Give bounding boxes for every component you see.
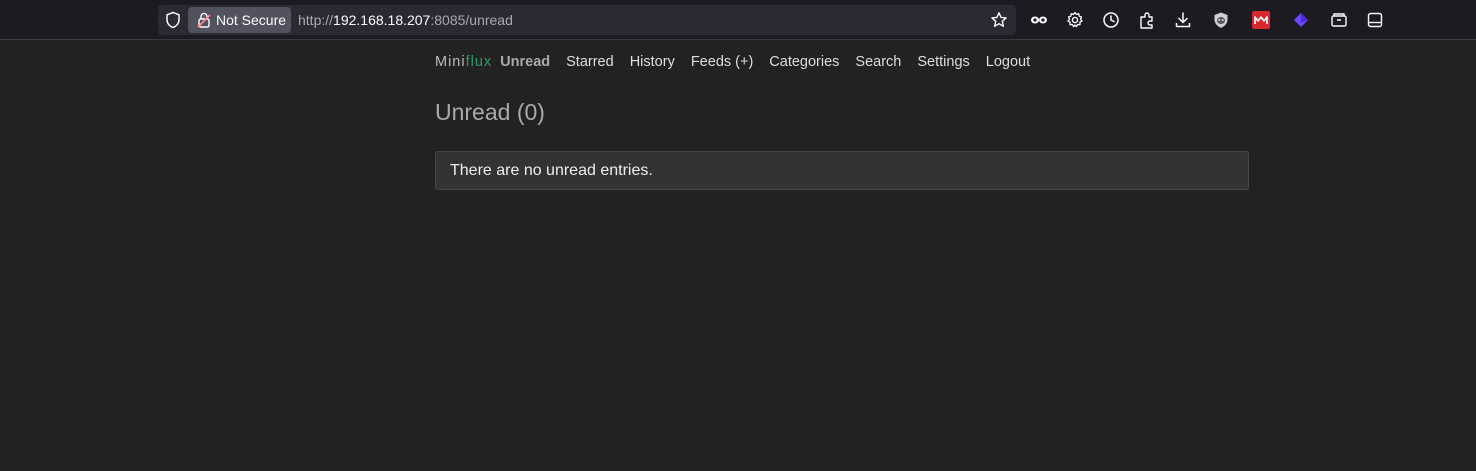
- tracking-protection-shield-icon[interactable]: [164, 11, 182, 29]
- insecure-lock-icon: [197, 12, 211, 28]
- miniflux-logo[interactable]: Miniflux: [435, 54, 492, 70]
- not-secure-label: Not Secure: [216, 12, 287, 28]
- history-icon[interactable]: [1101, 10, 1121, 30]
- url-rest: :8085/unread: [430, 12, 513, 28]
- downloads-icon[interactable]: [1173, 10, 1193, 30]
- privacy-badger-icon[interactable]: [1211, 10, 1231, 30]
- browser-toolbar: Not Secure http://192.168.18.207:8085/un…: [0, 0, 1476, 40]
- nav-unread[interactable]: Unread: [500, 54, 550, 70]
- reader-mode-icon[interactable]: [1029, 10, 1049, 30]
- miniflux-page: Miniflux Unread Starred History Feeds (+…: [435, 40, 1249, 190]
- empty-state-alert: There are no unread entries.: [435, 151, 1249, 190]
- nav-categories[interactable]: Categories: [769, 54, 839, 70]
- logo-flux: flux: [465, 54, 493, 70]
- main-nav: Miniflux Unread Starred History Feeds (+…: [435, 54, 1249, 72]
- address-bar[interactable]: Not Secure http://192.168.18.207:8085/un…: [158, 5, 1016, 35]
- url-prefix: http://: [298, 12, 334, 28]
- nav-feeds[interactable]: Feeds (+): [691, 54, 753, 70]
- nav-starred[interactable]: Starred: [566, 54, 614, 70]
- mega-icon[interactable]: [1251, 10, 1271, 30]
- bookmark-star-icon[interactable]: [990, 11, 1008, 29]
- proton-vpn-icon[interactable]: [1291, 10, 1311, 30]
- nav-search[interactable]: Search: [855, 54, 901, 70]
- nav-settings[interactable]: Settings: [917, 54, 969, 70]
- nav-history[interactable]: History: [630, 54, 675, 70]
- url-text[interactable]: http://192.168.18.207:8085/unread: [298, 5, 513, 35]
- tab-container-icon[interactable]: [1329, 10, 1349, 30]
- settings-icon[interactable]: [1065, 10, 1085, 30]
- logo-mini: Mini: [435, 54, 466, 70]
- extensions-icon[interactable]: [1137, 10, 1157, 30]
- page-title: Unread (0): [435, 99, 545, 125]
- url-host: 192.168.18.207: [333, 12, 431, 28]
- sidebar-icon[interactable]: [1365, 10, 1385, 30]
- nav-logout[interactable]: Logout: [986, 54, 1030, 70]
- not-secure-badge[interactable]: Not Secure: [188, 7, 291, 33]
